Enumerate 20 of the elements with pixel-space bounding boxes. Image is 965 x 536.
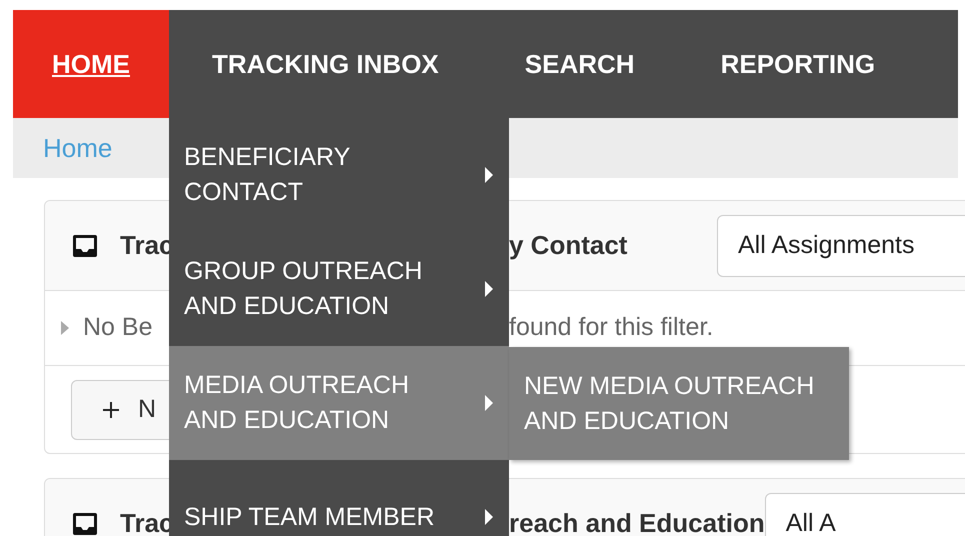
panel-title: y Contact xyxy=(509,229,628,262)
inbox-icon xyxy=(72,510,98,536)
assignment-select[interactable]: All Assignments xyxy=(717,214,965,276)
nav-tab[interactable]: HOME xyxy=(13,10,169,118)
assignment-select[interactable]: All A xyxy=(764,492,965,536)
plus-icon xyxy=(102,400,120,418)
empty-message: found for this filter. xyxy=(509,312,714,344)
submenu-item[interactable]: NEW MEDIA OUTREACH AND EDUCATION xyxy=(509,368,849,438)
nav-tab[interactable]: SEARCH xyxy=(482,10,678,118)
nav-tab[interactable]: REPORTING xyxy=(678,10,918,118)
caret-icon xyxy=(61,321,69,335)
inbox-icon xyxy=(72,232,98,258)
menu-item[interactable]: MEDIA OUTREACH AND EDUCATION xyxy=(169,346,509,460)
nav-tab[interactable]: TRACKING INBOX xyxy=(169,10,482,118)
panel-title: reach and Education xyxy=(509,507,765,536)
empty-message: No Be xyxy=(83,312,152,344)
caret-icon xyxy=(484,280,494,298)
caret-icon xyxy=(484,508,494,526)
caret-icon xyxy=(484,166,494,184)
caret-icon xyxy=(484,394,494,412)
